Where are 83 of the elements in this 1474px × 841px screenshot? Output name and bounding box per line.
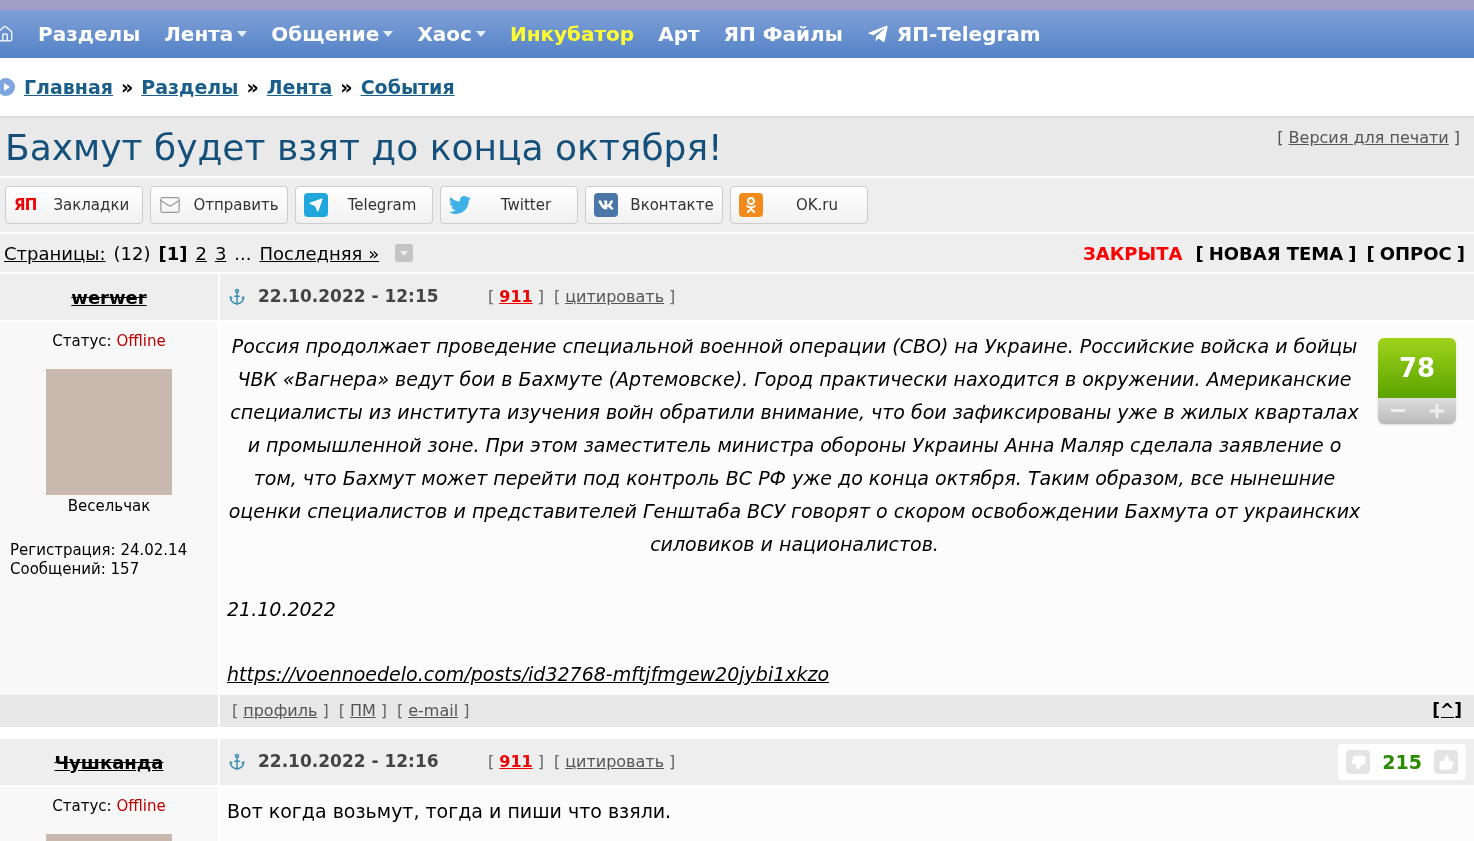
bracket-text: [ — [1366, 241, 1375, 266]
bracket-text: [ — [232, 700, 239, 722]
post-text: Вот когда возьмут, тогда и пиши что взяли. — [227, 799, 672, 824]
share-button[interactable]: ЯП Закладки — [5, 186, 143, 224]
bracket-text: ] — [669, 751, 676, 773]
post-date: 22.10.2022 - 12:15 — [258, 285, 440, 309]
bracket-text: ] — [537, 286, 544, 308]
share-button[interactable]: Вконтакте — [585, 186, 723, 224]
thumbs-up-icon[interactable] — [1434, 750, 1458, 774]
bracket-text: ] — [669, 286, 676, 308]
mail-icon — [159, 194, 181, 216]
quote-link[interactable]: цитировать — [565, 750, 665, 774]
footer-link[interactable]: ПМ — [349, 699, 376, 723]
bird-icon — [449, 194, 471, 216]
caret-icon — [237, 31, 248, 37]
bracket-text: [ — [553, 286, 561, 308]
caret-icon — [383, 31, 394, 37]
current-page: [1] — [158, 241, 188, 266]
rating-score: 215 — [1382, 749, 1422, 775]
bracket-text: ] — [380, 700, 387, 722]
breadcrumb-link[interactable]: Лента — [266, 72, 333, 102]
vk-icon — [594, 193, 618, 217]
topic-closed-label: ЗАКРЫТА — [1082, 241, 1183, 266]
page-link[interactable]: 3 — [214, 239, 227, 267]
quote-link[interactable]: цитировать — [565, 285, 665, 309]
anchor-icon[interactable] — [228, 753, 246, 771]
registration-date: Регистрация: 24.02.14 — [9, 541, 188, 560]
paper-plane-icon — [866, 23, 889, 45]
bracket-text: ] — [1456, 241, 1465, 266]
post-number-link[interactable]: 911 — [499, 285, 533, 309]
footer-link[interactable]: профиль — [243, 699, 318, 723]
anchor-icon[interactable] — [228, 288, 246, 306]
page-count: (12) — [113, 241, 151, 266]
print-version-link[interactable]: Версия для печати — [1288, 126, 1449, 150]
bracket-text: [ — [1277, 127, 1284, 149]
top-link[interactable]: [^] — [1432, 698, 1462, 724]
topic-action-link[interactable]: НОВАЯ ТЕМА — [1208, 239, 1344, 267]
post-date: 22.10.2022 - 12:16 — [258, 750, 440, 774]
footer-link[interactable]: e-mail — [408, 699, 459, 723]
breadcrumb-link[interactable]: События — [360, 72, 455, 102]
page-link[interactable]: 2 — [195, 239, 207, 267]
page-ellipsis: ... — [234, 241, 252, 266]
pages-label[interactable]: Страницы: — [4, 239, 106, 267]
rating-score: 78 — [1378, 338, 1456, 398]
post-text: Россия продолжает проведение специальной военной операции (СВО) на Украине. Российские войска и бойцы ЧВК «Вагнера» ведут бои в Бахмуте (Артемовске). Город практически находится в окружении. Американские специалисты из института изучения войн обратили внимание, что бои зафиксированы уже в жилых кварталах и промышленной зоне. При этом заместитель министра обороны Украины Анна Маляр сделала заявление о том, что Бахмут может перейти под контроль ВС РФ уже до конца октября. Таким образом, все нынешние оценки специалистов и представителей Генштаба ВСУ говорят о скором освобождении Бахмута от украинских силовиков и националистов. — [227, 334, 1362, 557]
topic-action-link[interactable]: ОПРОС — [1379, 239, 1452, 267]
dropdown-icon[interactable] — [395, 244, 414, 262]
plus-icon[interactable] — [1429, 404, 1444, 418]
share-button[interactable]: Telegram — [295, 186, 433, 224]
topic-title: Бахмут будет взят до конца октября! — [5, 126, 723, 170]
message-count: Сообщений: 157 — [9, 560, 140, 579]
thumbs-down-icon[interactable] — [1346, 750, 1371, 774]
source-link[interactable]: https://voennoedelo.com/posts/id32768-mftjfmgew20jybi1xkzo — [227, 658, 830, 691]
post-text: 21.10.2022 — [227, 597, 336, 622]
logo-mark: ЯП — [14, 194, 37, 216]
last-page-link[interactable]: Последняя » — [259, 239, 380, 267]
user-status: Статус: Offline — [52, 796, 166, 817]
bracket-text: ] — [463, 700, 470, 722]
bracket-text: [ — [397, 700, 404, 722]
user-status: Статус: Offline — [52, 331, 166, 352]
breadcrumb-separator: » — [246, 74, 259, 100]
telegram-icon — [304, 193, 328, 217]
share-button[interactable]: Отправить — [150, 186, 288, 224]
breadcrumb-link[interactable]: Разделы — [141, 72, 239, 102]
bracket-text: ] — [322, 700, 329, 722]
user-rank: Весельчак — [67, 495, 151, 517]
breadcrumb-link[interactable]: Главная — [24, 72, 114, 102]
bracket-text: ] — [1348, 241, 1357, 266]
bracket-text: [ — [338, 700, 345, 722]
ok-icon — [739, 193, 763, 217]
bracket-text: [ — [553, 751, 561, 773]
post-number-link[interactable]: 911 — [499, 750, 533, 774]
breadcrumb-separator: » — [121, 74, 134, 100]
bracket-text: [ — [488, 751, 495, 773]
bracket-text: ] — [1453, 127, 1460, 149]
caret-icon — [475, 31, 486, 37]
home-icon[interactable] — [0, 25, 14, 43]
bracket-text: [ — [488, 286, 495, 308]
bracket-text: ] — [537, 751, 544, 773]
breadcrumb-separator: » — [340, 74, 353, 100]
bracket-text: [ — [1195, 241, 1204, 266]
share-button[interactable]: OK.ru — [730, 186, 868, 224]
share-button[interactable]: Twitter — [440, 186, 578, 224]
